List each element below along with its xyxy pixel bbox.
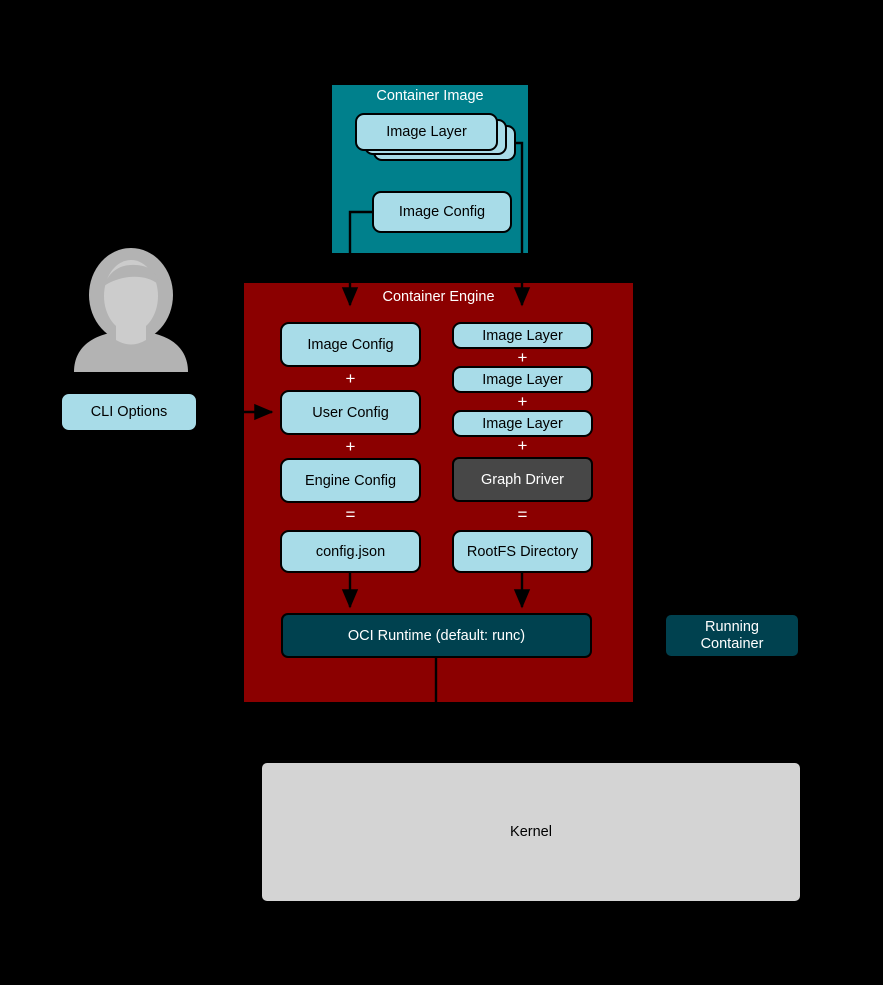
container-image-label: Container Image: [376, 88, 484, 104]
engine-image-config-box[interactable]: Image Config: [280, 322, 421, 367]
image-layer-top-label: Image Layer: [386, 124, 467, 140]
right-operator-1: +: [517, 348, 528, 367]
cli-options-label: CLI Options: [90, 404, 168, 420]
engine-image-layer-box-1[interactable]: Image Layer: [452, 322, 593, 349]
container-engine-label: Container Engine: [382, 289, 495, 305]
engine-engine-config-box[interactable]: Engine Config: [280, 458, 421, 503]
container-image-config-box[interactable]: Image Config: [372, 191, 512, 233]
engine-image-config-label: Image Config: [307, 336, 394, 353]
container-image-config-label: Image Config: [398, 204, 486, 220]
left-operator-3: =: [345, 505, 356, 524]
running-container-label-line1: Running: [704, 618, 759, 635]
right-operator-4: =: [517, 505, 528, 524]
oci-runtime-box[interactable]: OCI Runtime (default: runc): [281, 613, 592, 658]
oci-runtime-label: OCI Runtime (default: runc): [347, 627, 526, 644]
engine-image-layer-label-3: Image Layer: [482, 415, 563, 432]
diagram-canvas: Container Image Image Layer Image Config…: [0, 0, 883, 985]
user-avatar-icon: [68, 248, 194, 372]
kernel-label: Kernel: [510, 824, 552, 840]
left-operator-2: +: [345, 437, 356, 456]
engine-config-json-label: config.json: [315, 543, 386, 560]
engine-user-config-box[interactable]: User Config: [280, 390, 421, 435]
running-container-box[interactable]: Running Container: [664, 613, 800, 658]
kernel-box[interactable]: Kernel: [261, 762, 801, 902]
graph-driver-box[interactable]: Graph Driver: [452, 457, 593, 502]
image-layer-box-top[interactable]: Image Layer: [355, 113, 498, 151]
engine-image-layer-label-2: Image Layer: [482, 371, 563, 388]
right-operator-3: +: [517, 436, 528, 455]
rootfs-directory-label: RootFS Directory: [466, 543, 579, 560]
engine-image-layer-box-3[interactable]: Image Layer: [452, 410, 593, 437]
rootfs-directory-box[interactable]: RootFS Directory: [452, 530, 593, 573]
engine-image-layer-box-2[interactable]: Image Layer: [452, 366, 593, 393]
right-operator-2: +: [517, 392, 528, 411]
graph-driver-label: Graph Driver: [481, 471, 564, 488]
left-operator-1: +: [345, 369, 356, 388]
engine-user-config-label: User Config: [312, 404, 389, 421]
engine-engine-config-label: Engine Config: [304, 472, 397, 489]
engine-image-layer-label-1: Image Layer: [482, 327, 563, 344]
engine-config-json-box[interactable]: config.json: [280, 530, 421, 573]
cli-options-box[interactable]: CLI Options: [60, 392, 198, 432]
running-container-label-line2: Container: [700, 635, 764, 652]
